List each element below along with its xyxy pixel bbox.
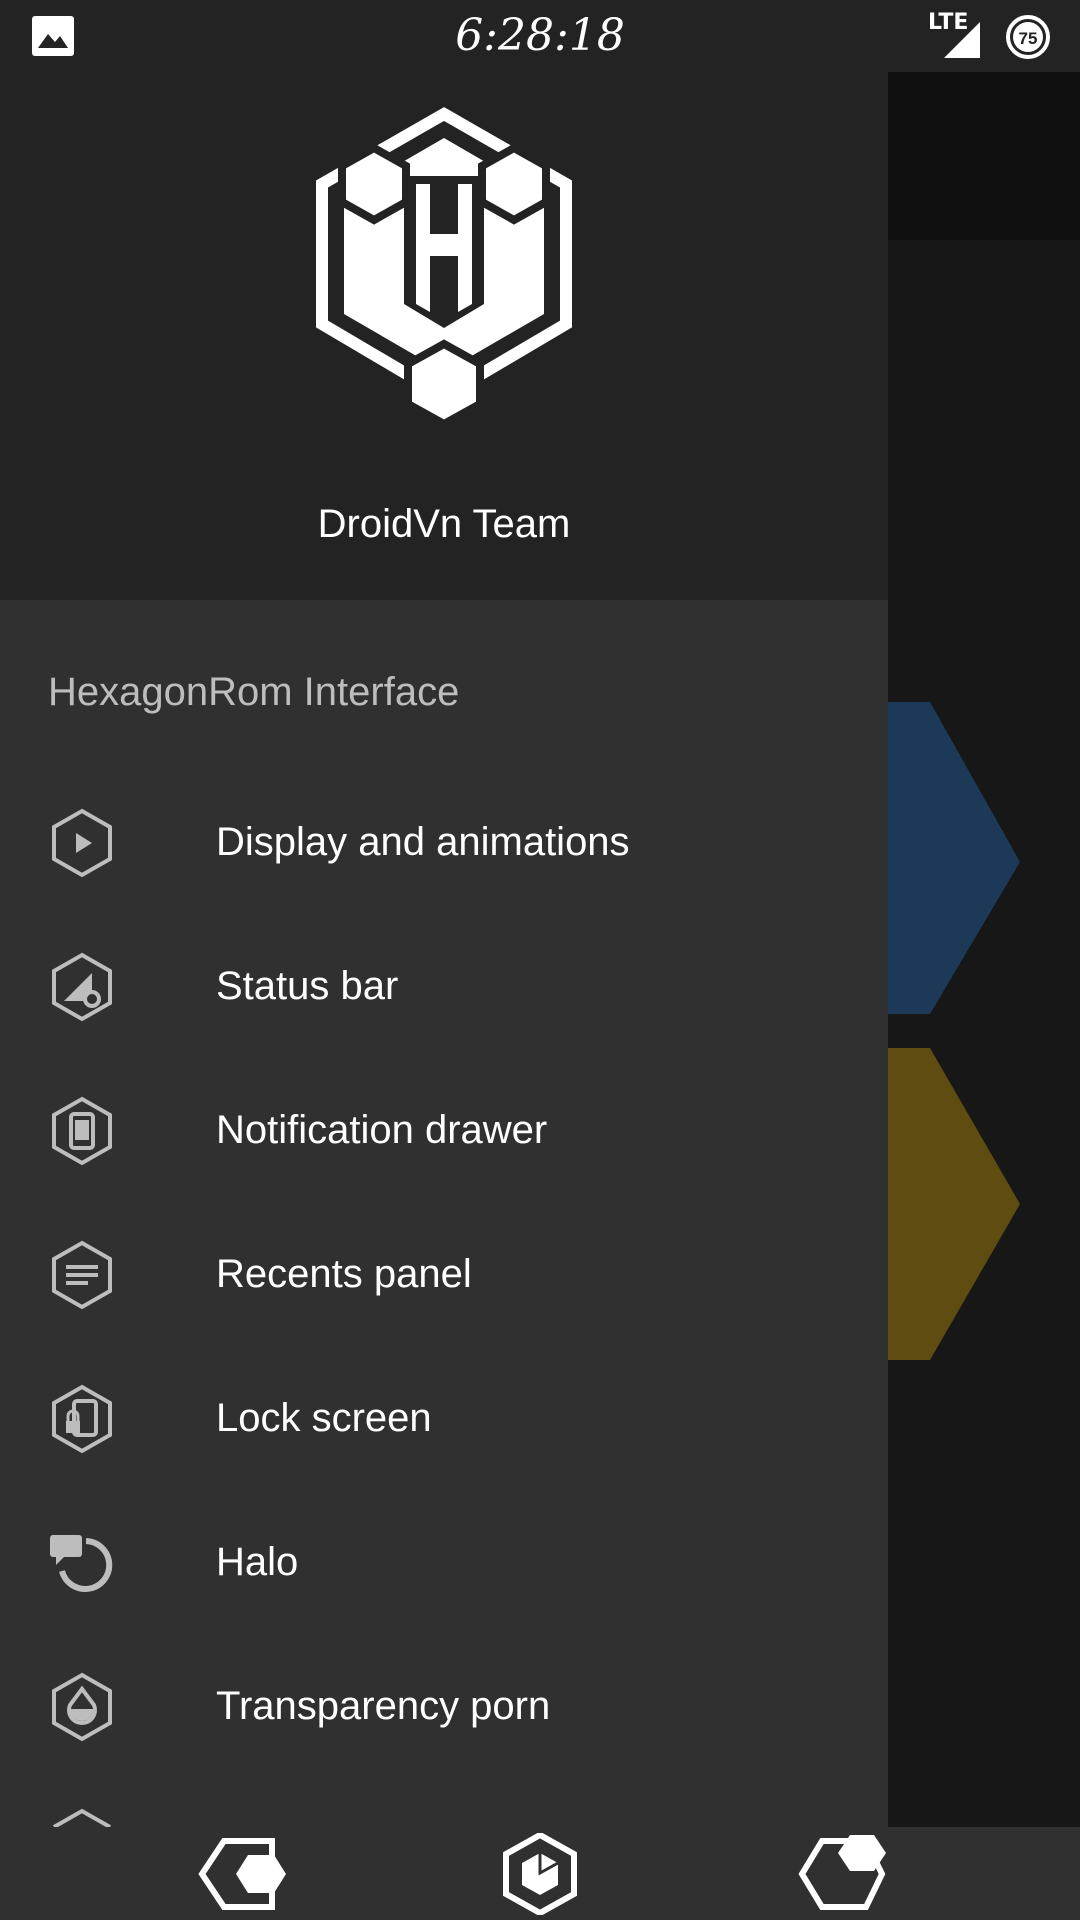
menu-item-label: Notification drawer — [216, 1108, 548, 1152]
back-hex-icon[interactable] — [194, 1833, 294, 1915]
menu-item-recents-panel[interactable]: Recents panel — [0, 1202, 888, 1346]
hexagon-h-logo — [316, 107, 572, 429]
signal-gear-hex-icon — [52, 952, 112, 1022]
menu-item-label: Recents panel — [216, 1252, 472, 1296]
menu-item-label: Status bar — [216, 964, 399, 1008]
battery-level: 75 — [1019, 29, 1038, 48]
play-hex-icon — [52, 808, 112, 878]
menu-item-label: Transparency porn — [216, 1684, 551, 1728]
menu-item-label: Halo — [216, 1540, 299, 1584]
menu-item-label: Display and animations — [216, 820, 630, 864]
home-hex-icon[interactable] — [490, 1833, 590, 1915]
clock: 6:28:18 — [455, 10, 625, 61]
menu-item-notification-drawer[interactable]: Notification drawer — [0, 1058, 888, 1202]
menu-item-lock-screen[interactable]: Lock screen — [0, 1346, 888, 1490]
navigation-bar — [0, 1827, 1080, 1920]
navigation-drawer: DroidVn Team HexagonRom Interface Displa… — [0, 72, 888, 1827]
halo-icon — [50, 1535, 113, 1592]
drop-hex-icon — [52, 1672, 112, 1742]
status-bar: 6:28:18 LTE 75 — [0, 0, 1080, 72]
menu-item-label: Lock screen — [216, 1396, 432, 1440]
signal-icon — [944, 22, 980, 58]
drawer-header: DroidVn Team — [0, 72, 888, 600]
recents-hex-icon[interactable] — [794, 1833, 894, 1915]
battery-icon: 75 — [1006, 15, 1050, 59]
menu-item-display-animations[interactable]: Display and animations — [0, 770, 888, 914]
section-title: HexagonRom Interface — [48, 670, 460, 714]
menu-item-halo[interactable]: Halo — [0, 1490, 888, 1634]
lines-hex-icon — [52, 1240, 112, 1310]
team-name: DroidVn Team — [317, 502, 571, 546]
phone-lock-hex-icon — [52, 1384, 112, 1454]
menu-item-transparency[interactable]: Transparency porn — [0, 1634, 888, 1778]
menu-item-status-bar[interactable]: Status bar — [0, 914, 888, 1058]
phone-hex-icon — [52, 1096, 112, 1166]
partial-hex-icon — [53, 1808, 111, 1827]
